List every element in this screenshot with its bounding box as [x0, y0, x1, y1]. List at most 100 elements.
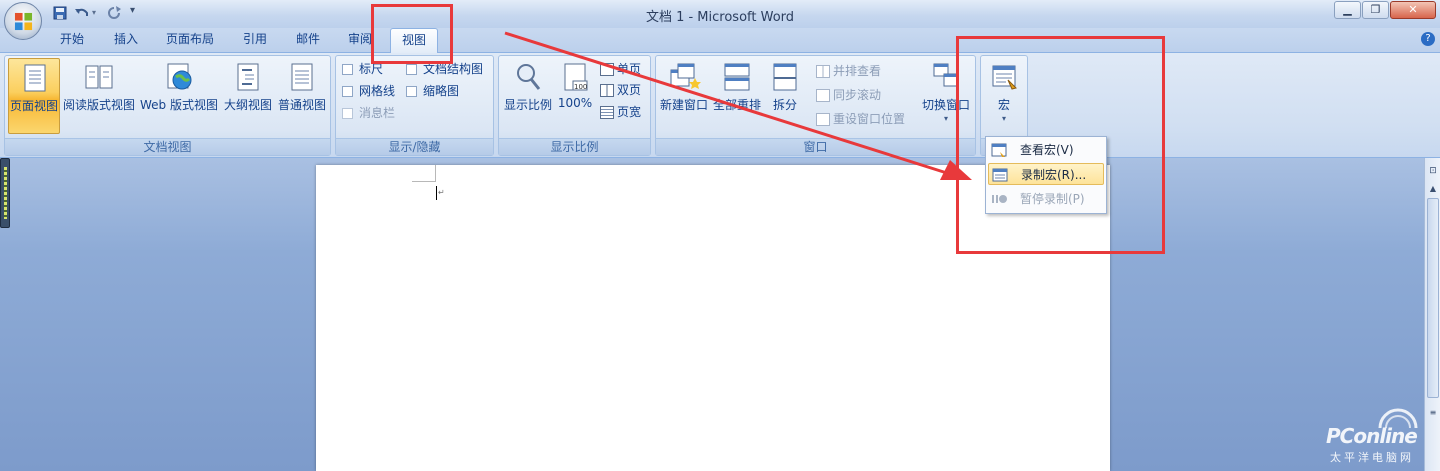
- redo-icon[interactable]: [106, 6, 122, 20]
- annotation-box-macros: [956, 36, 1165, 254]
- minimize-button[interactable]: ▁: [1334, 1, 1361, 19]
- web-layout-button[interactable]: Web 版式视图: [138, 58, 220, 134]
- margin-mark-horizontal: [412, 181, 436, 182]
- new-window-button[interactable]: 新建窗口: [659, 58, 709, 134]
- window-title: 文档 1 - Microsoft Word: [645, 10, 795, 25]
- zoom-100-button[interactable]: 100 100%: [556, 58, 594, 134]
- page-100-icon: 100: [564, 63, 588, 91]
- arrange-all-label: 全部重排: [712, 98, 761, 112]
- two-pages-icon: [600, 84, 614, 97]
- print-layout-label: 页面视图: [9, 99, 58, 113]
- outline-icon: [237, 63, 259, 91]
- help-icon[interactable]: ?: [1421, 32, 1435, 46]
- watermark-subtitle: 太平洋电脑网: [1330, 451, 1414, 464]
- page-width-button[interactable]: 页宽: [600, 103, 641, 123]
- annotation-box-view-tab: [371, 4, 453, 64]
- print-layout-button[interactable]: 页面视图: [8, 58, 60, 134]
- gridlines-label: 网格线: [359, 84, 396, 98]
- gridlines-checkbox[interactable]: 网格线: [342, 82, 395, 102]
- save-icon[interactable]: [53, 6, 67, 20]
- restore-icon: ❐: [1370, 3, 1381, 16]
- scroll-thumb[interactable]: [1427, 198, 1439, 398]
- full-screen-reading-button[interactable]: 阅读版式视图: [62, 58, 136, 134]
- message-bar-checkbox-box: [342, 108, 353, 119]
- new-window-label: 新建窗口: [659, 98, 708, 112]
- zoom-button[interactable]: 显示比例: [502, 58, 554, 134]
- tab-references[interactable]: 引用: [235, 28, 275, 52]
- restore-button[interactable]: ❐: [1362, 1, 1389, 19]
- undo-icon[interactable]: [74, 6, 90, 20]
- web-layout-label: Web 版式视图: [140, 98, 218, 112]
- thumbnails-checkbox[interactable]: 缩略图: [406, 82, 459, 102]
- arrange-all-icon: [724, 63, 750, 91]
- draft-button[interactable]: 普通视图: [276, 58, 328, 134]
- split-label: 拆分: [772, 98, 797, 112]
- page-width-label: 页宽: [617, 105, 642, 119]
- reset-position-label: 重设窗口位置: [833, 112, 906, 126]
- zoom-label: 显示比例: [503, 98, 552, 112]
- svg-text:100: 100: [574, 83, 587, 91]
- page-width-icon: [600, 106, 614, 119]
- group-label-show-hide: 显示/隐藏: [336, 138, 493, 155]
- reset-window-position-button[interactable]: 重设窗口位置: [816, 110, 905, 130]
- text-cursor: [436, 186, 437, 200]
- outline-label: 大纲视图: [223, 98, 272, 112]
- reset-position-icon: [816, 113, 830, 126]
- watermark-brand: PConline: [1326, 424, 1418, 448]
- draft-icon: [291, 63, 313, 91]
- outline-button[interactable]: 大纲视图: [222, 58, 274, 134]
- one-page-icon: [600, 63, 614, 76]
- two-pages-label: 双页: [617, 83, 642, 97]
- full-screen-reading-label: 阅读版式视图: [62, 98, 135, 112]
- split-icon: [773, 63, 797, 91]
- split-button[interactable]: 拆分: [765, 58, 805, 134]
- web-layout-icon: [167, 63, 192, 90]
- office-logo-icon: [14, 12, 33, 31]
- one-page-label: 单页: [617, 62, 642, 76]
- view-side-by-side-button[interactable]: 并排查看: [816, 62, 881, 82]
- quick-access-toolbar: ▾ ▾: [50, 5, 140, 23]
- customize-icon[interactable]: ▾: [130, 5, 135, 16]
- ruler-checkbox-box: [342, 64, 353, 75]
- magnifier-icon: [517, 64, 541, 90]
- new-window-icon: [670, 63, 701, 89]
- thumbnails-label: 缩略图: [423, 84, 460, 98]
- pconline-watermark: PConline 太平洋电脑网: [1326, 408, 1436, 468]
- scroll-up-icon[interactable]: ▲: [1428, 184, 1438, 194]
- group-label-window: 窗口: [656, 138, 975, 155]
- tab-page-layout[interactable]: 页面布局: [160, 28, 220, 52]
- undo-dropdown-icon[interactable]: ▾: [92, 8, 96, 17]
- close-icon: ✕: [1408, 3, 1418, 16]
- close-button[interactable]: ✕: [1390, 1, 1436, 19]
- thumbnails-checkbox-box: [406, 86, 417, 97]
- sync-scroll-label: 同步滚动: [833, 88, 882, 102]
- arrange-all-button[interactable]: 全部重排: [711, 58, 763, 134]
- print-layout-icon: [24, 64, 46, 92]
- group-label-zoom: 显示比例: [499, 138, 650, 155]
- message-bar-checkbox[interactable]: 消息栏: [342, 104, 395, 124]
- zoom-100-label: 100%: [557, 96, 593, 110]
- document-map-checkbox-box: [406, 64, 417, 75]
- synchronous-scrolling-button[interactable]: 同步滚动: [816, 86, 881, 106]
- one-page-button[interactable]: 单页: [600, 60, 641, 80]
- ruler-label: 标尺: [359, 62, 384, 76]
- left-sidebar-grip[interactable]: [0, 158, 10, 228]
- minimize-icon: ▁: [1343, 3, 1352, 16]
- reading-layout-icon: [85, 65, 113, 89]
- ruler-toggle-icon[interactable]: ⊡: [1427, 166, 1439, 180]
- tab-mailings[interactable]: 邮件: [288, 28, 328, 52]
- office-button[interactable]: [4, 2, 42, 40]
- message-bar-label: 消息栏: [359, 106, 396, 120]
- side-by-side-icon: [816, 65, 830, 78]
- paragraph-mark-icon: ↵: [438, 188, 445, 197]
- sync-scroll-icon: [816, 89, 830, 102]
- draft-label: 普通视图: [277, 98, 326, 112]
- margin-mark-vertical: [435, 165, 436, 182]
- tab-insert[interactable]: 插入: [106, 28, 146, 52]
- tab-home[interactable]: 开始: [52, 28, 92, 52]
- document-map-label: 文档结构图: [423, 62, 484, 76]
- group-label-document-views: 文档视图: [5, 138, 330, 155]
- side-by-side-label: 并排查看: [833, 64, 882, 78]
- gridlines-checkbox-box: [342, 86, 353, 97]
- two-pages-button[interactable]: 双页: [600, 81, 641, 101]
